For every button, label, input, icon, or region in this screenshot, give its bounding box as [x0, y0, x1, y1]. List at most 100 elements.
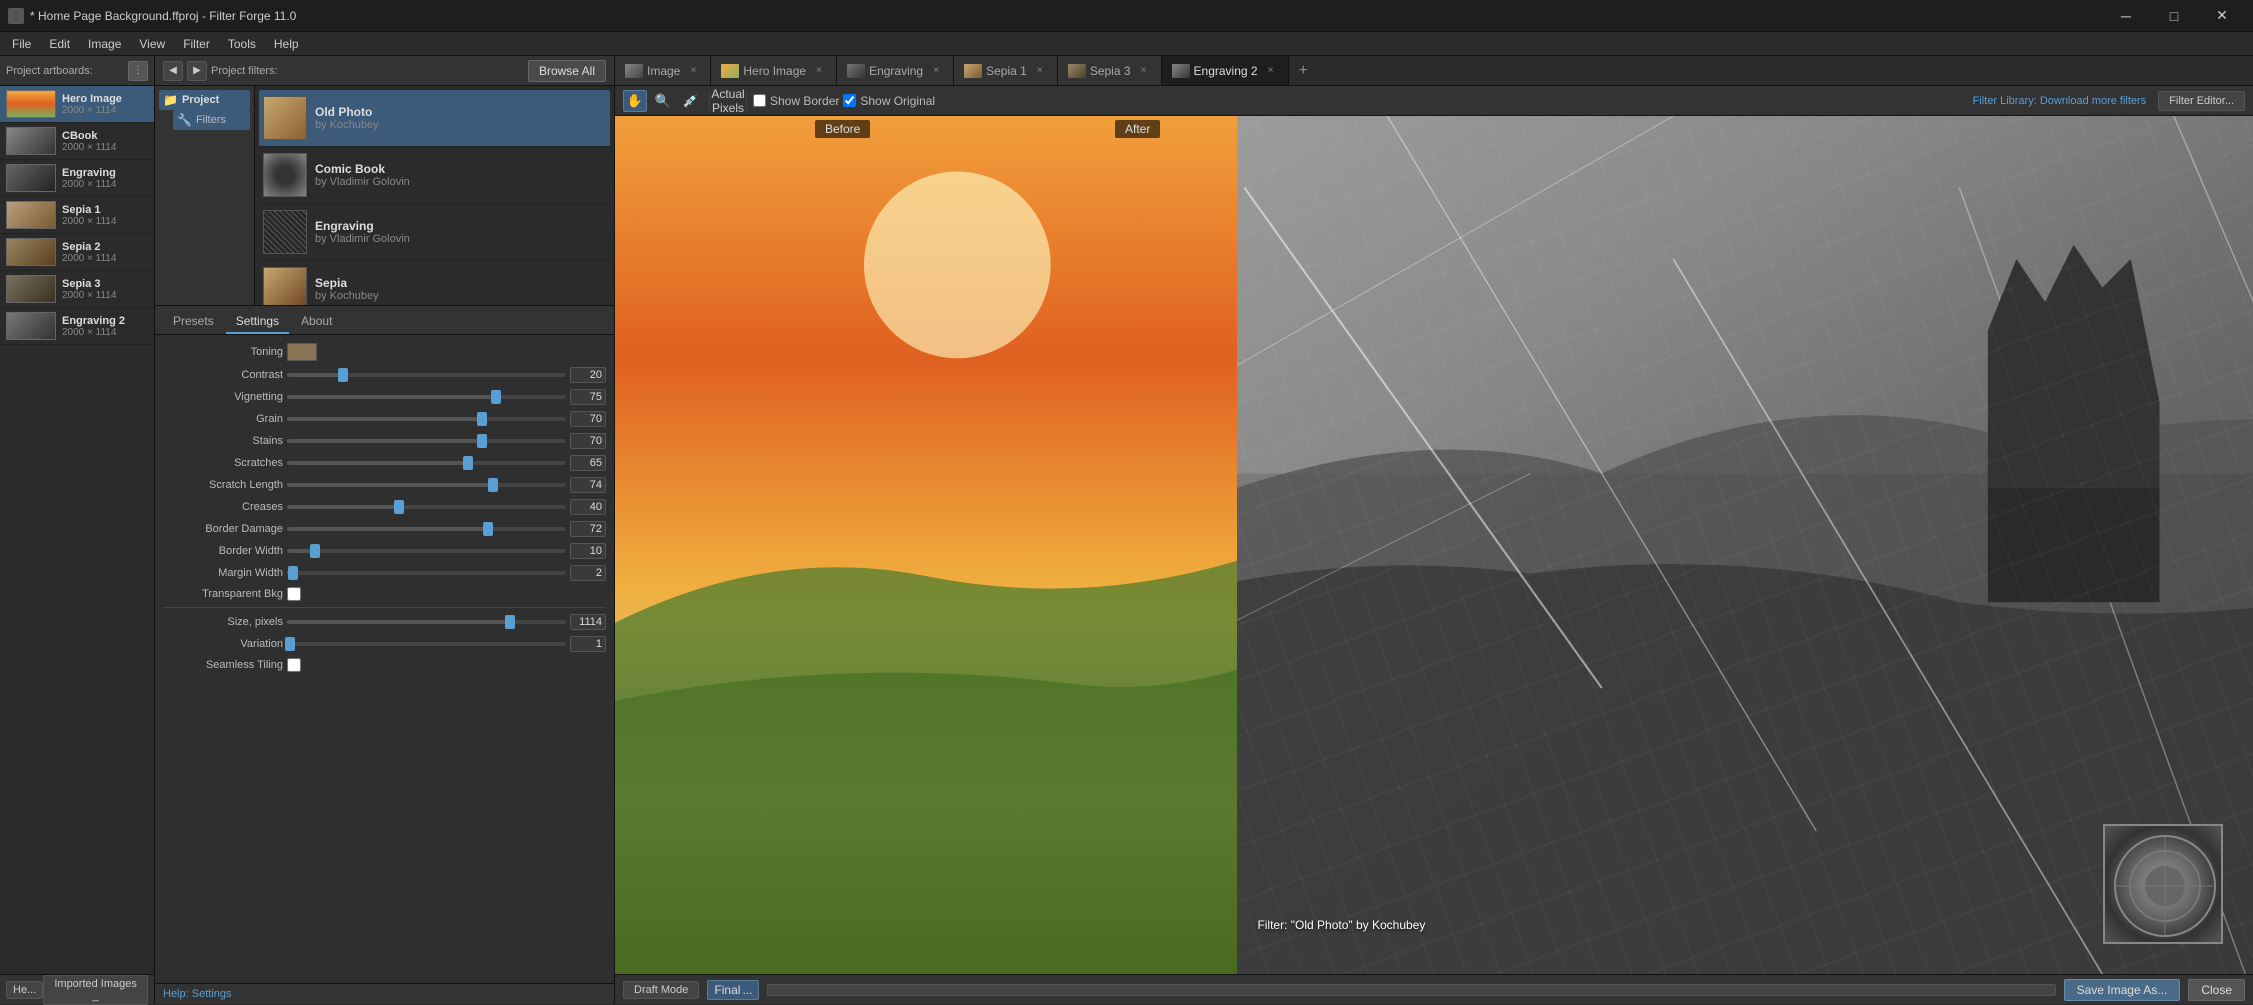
- filter-item[interactable]: Sepia by Kochubey: [259, 261, 610, 305]
- setting-variation: Variation: [163, 636, 606, 652]
- save-image-as-button[interactable]: Save Image As...: [2064, 979, 2181, 1001]
- title-bar-left: * Home Page Background.ffproj - Filter F…: [8, 8, 296, 24]
- vignetting-value[interactable]: [570, 389, 606, 405]
- scratch-length-value[interactable]: [570, 477, 606, 493]
- minimize-button[interactable]: ─: [2103, 0, 2149, 32]
- scratch-length-slider[interactable]: [287, 483, 566, 487]
- seamless-tiling-checkbox[interactable]: [287, 658, 301, 672]
- scratches-slider[interactable]: [287, 461, 566, 465]
- filter-library-link[interactable]: Filter Library: Download more filters: [1973, 95, 2147, 107]
- toning-color-picker[interactable]: [287, 343, 317, 361]
- artboard-item[interactable]: Engraving 2000 × 1114: [0, 160, 154, 197]
- canvas-area: Before After: [615, 116, 2253, 974]
- stains-slider[interactable]: [287, 439, 566, 443]
- show-original-label[interactable]: Show Original: [843, 94, 935, 108]
- artboards-options-button[interactable]: ⋮: [128, 61, 148, 81]
- tab-about[interactable]: About: [291, 310, 342, 334]
- artboard-item[interactable]: Engraving 2 2000 × 1114: [0, 308, 154, 345]
- artboard-item[interactable]: Sepia 3 2000 × 1114: [0, 271, 154, 308]
- add-tab-button[interactable]: +: [1289, 56, 1318, 85]
- stains-value[interactable]: [570, 433, 606, 449]
- menu-tools[interactable]: Tools: [220, 35, 264, 53]
- tab-engraving[interactable]: Engraving ×: [837, 56, 954, 85]
- tab-close-button[interactable]: ×: [812, 64, 826, 78]
- transparent-bkg-checkbox[interactable]: [287, 587, 301, 601]
- menu-help[interactable]: Help: [266, 35, 307, 53]
- tab-close-button[interactable]: ×: [929, 64, 943, 78]
- tree-filters-node[interactable]: 🔧 Filters: [173, 110, 250, 130]
- artboard-item[interactable]: Sepia 1 2000 × 1114: [0, 197, 154, 234]
- size-pixels-value[interactable]: [570, 614, 606, 630]
- tab-sepia3[interactable]: Sepia 3 ×: [1058, 56, 1162, 85]
- final-button[interactable]: Final ...: [707, 980, 759, 1000]
- grain-value[interactable]: [570, 411, 606, 427]
- show-border-label[interactable]: Show Border: [753, 94, 839, 108]
- filter-editor-button[interactable]: Filter Editor...: [2158, 91, 2245, 111]
- tab-hero-image[interactable]: Hero Image ×: [711, 56, 837, 85]
- scratches-value[interactable]: [570, 455, 606, 471]
- grain-slider[interactable]: [287, 417, 566, 421]
- eyedropper-tool-button[interactable]: 💉: [679, 90, 703, 112]
- imported-images-button[interactable]: Imported Images _: [43, 975, 148, 1005]
- actual-pixels-button[interactable]: Actual Pixels: [716, 90, 740, 112]
- contrast-slider[interactable]: [287, 373, 566, 377]
- setting-label: Margin Width: [163, 567, 283, 579]
- maximize-button[interactable]: □: [2151, 0, 2197, 32]
- help-button[interactable]: He...: [6, 981, 43, 999]
- contrast-value[interactable]: [570, 367, 606, 383]
- creases-value[interactable]: [570, 499, 606, 515]
- border-width-slider[interactable]: [287, 549, 566, 553]
- nav-forward-button[interactable]: ▶: [187, 61, 207, 81]
- border-width-value[interactable]: [570, 543, 606, 559]
- menu-filter[interactable]: Filter: [175, 35, 218, 53]
- close-canvas-button[interactable]: Close: [2188, 979, 2245, 1001]
- project-tree: 📁 Project 🔧 Filters Old Photo by Kochube…: [155, 86, 614, 306]
- artboard-item[interactable]: Sepia 2 2000 × 1114: [0, 234, 154, 271]
- margin-width-slider[interactable]: [287, 571, 566, 575]
- tab-settings[interactable]: Settings: [226, 310, 289, 334]
- draft-mode-button[interactable]: Draft Mode: [623, 981, 699, 999]
- size-pixels-slider[interactable]: [287, 620, 566, 624]
- show-original-checkbox[interactable]: [843, 94, 856, 107]
- border-damage-slider[interactable]: [287, 527, 566, 531]
- vignetting-slider[interactable]: [287, 395, 566, 399]
- tab-close-button[interactable]: ×: [1137, 64, 1151, 78]
- filter-item[interactable]: Engraving by Vladimir Golovin: [259, 204, 610, 261]
- artboard-item[interactable]: CBook 2000 × 1114: [0, 123, 154, 160]
- left-image-svg: [615, 116, 1237, 974]
- nav-back-button[interactable]: ◀: [163, 61, 183, 81]
- tab-close-button[interactable]: ×: [686, 64, 700, 78]
- setting-label: Border Damage: [163, 523, 283, 535]
- menu-image[interactable]: Image: [80, 35, 129, 53]
- setting-label: Scratch Length: [163, 479, 283, 491]
- tab-presets[interactable]: Presets: [163, 310, 224, 334]
- filter-item[interactable]: Old Photo by Kochubey: [259, 90, 610, 147]
- tree-node-project[interactable]: 📁 Project: [159, 90, 250, 110]
- tab-close-button[interactable]: ×: [1033, 64, 1047, 78]
- setting-seamless-tiling: Seamless Tiling: [163, 658, 606, 672]
- tab-engraving2[interactable]: Engraving 2 ×: [1162, 56, 1289, 85]
- close-button[interactable]: ✕: [2199, 0, 2245, 32]
- show-border-checkbox[interactable]: [753, 94, 766, 107]
- setting-scratch-length: Scratch Length: [163, 477, 606, 493]
- help-settings-link[interactable]: Help: Settings: [155, 983, 614, 1004]
- canvas-split: Filter: "Old Photo" by Kochubey: [615, 116, 2253, 974]
- menu-file[interactable]: File: [4, 35, 39, 53]
- creases-slider[interactable]: [287, 505, 566, 509]
- hand-tool-button[interactable]: ✋: [623, 90, 647, 112]
- artboard-item[interactable]: Hero Image 2000 × 1114: [0, 86, 154, 123]
- setting-label: Variation: [163, 638, 283, 650]
- browse-all-button[interactable]: Browse All: [528, 60, 606, 82]
- zoom-tool-button[interactable]: 🔍: [651, 90, 675, 112]
- menu-edit[interactable]: Edit: [41, 35, 78, 53]
- variation-value[interactable]: [570, 636, 606, 652]
- variation-slider[interactable]: [287, 642, 566, 646]
- menu-view[interactable]: View: [131, 35, 173, 53]
- tab-close-button[interactable]: ×: [1264, 64, 1278, 78]
- tab-sepia1[interactable]: Sepia 1 ×: [954, 56, 1058, 85]
- window-title: * Home Page Background.ffproj - Filter F…: [30, 9, 296, 23]
- margin-width-value[interactable]: [570, 565, 606, 581]
- tab-image[interactable]: Image ×: [615, 56, 711, 85]
- filter-item[interactable]: Comic Book by Vladimir Golovin: [259, 147, 610, 204]
- border-damage-value[interactable]: [570, 521, 606, 537]
